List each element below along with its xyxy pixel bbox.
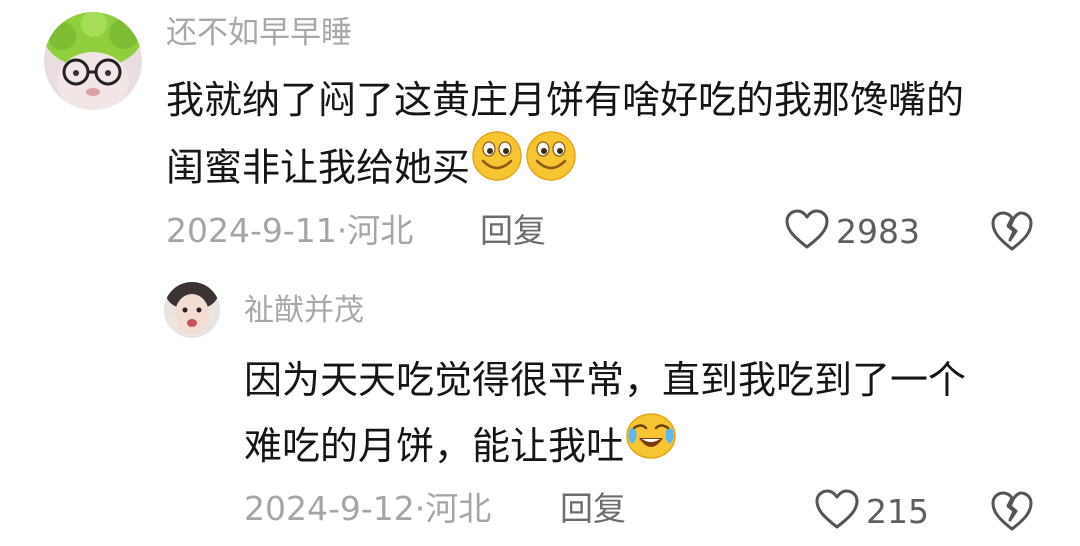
comment-text: 我就纳了闷了这黄庄月饼有啥好吃的我那馋嘴的 闺蜜非让我给她买: [166, 67, 964, 207]
comment-text: 因为天天吃觉得很平常，直到我吃到了一个 难吃的月饼，能让我吐: [244, 347, 966, 484]
comment: 还不如早早睡 我就纳了闷了这黄庄月饼有啥好吃的我那馋嘴的 闺蜜非让我给她买 20…: [0, 0, 1080, 270]
avatar-image: [44, 12, 142, 110]
broken-heart-icon: [990, 211, 1034, 256]
comment-date-location: 2024-9-11·河北: [166, 211, 414, 250]
heart-outline-icon: [784, 208, 830, 254]
username[interactable]: 祉猷并茂: [244, 296, 364, 326]
comment-text-line: 我就纳了闷了这黄庄月饼有啥好吃的我那馋嘴的: [166, 78, 965, 122]
reply-comment: 祉猷并茂 因为天天吃觉得很平常，直到我吃到了一个 难吃的月饼，能让我吐 2024…: [0, 270, 1080, 546]
smile-emoji-icon: [524, 129, 578, 203]
comment-date-location: 2024-9-12·河北: [244, 489, 492, 528]
comment-text-line-with-emoji: 难吃的月饼，能让我吐: [244, 410, 966, 484]
dislike-button[interactable]: [990, 490, 1034, 536]
comment-text-line-with-emoji: 闺蜜非让我给她买: [166, 131, 964, 207]
username[interactable]: 还不如早早睡: [166, 18, 352, 49]
reply-button[interactable]: 回复: [480, 214, 546, 247]
avatar[interactable]: [164, 282, 220, 338]
comment-text-line: 因为天天吃觉得很平常，直到我吃到了一个: [244, 358, 967, 402]
like-button[interactable]: 215: [814, 488, 929, 534]
heart-outline-icon: [814, 488, 860, 534]
crying-laughing-emoji-icon: [624, 410, 678, 480]
dislike-button[interactable]: [990, 210, 1034, 256]
like-button[interactable]: 2983: [784, 208, 920, 254]
avatar[interactable]: [44, 12, 142, 110]
like-count: 215: [866, 491, 929, 531]
reply-button[interactable]: 回复: [560, 492, 626, 525]
like-count: 2983: [836, 211, 920, 251]
broken-heart-icon: [990, 491, 1034, 536]
comment-text-line: 难吃的月饼，能让我吐: [244, 424, 625, 468]
avatar-image: [164, 282, 220, 338]
comment-text-line: 闺蜜非让我给她买: [166, 145, 471, 190]
smile-emoji-icon: [470, 129, 524, 203]
